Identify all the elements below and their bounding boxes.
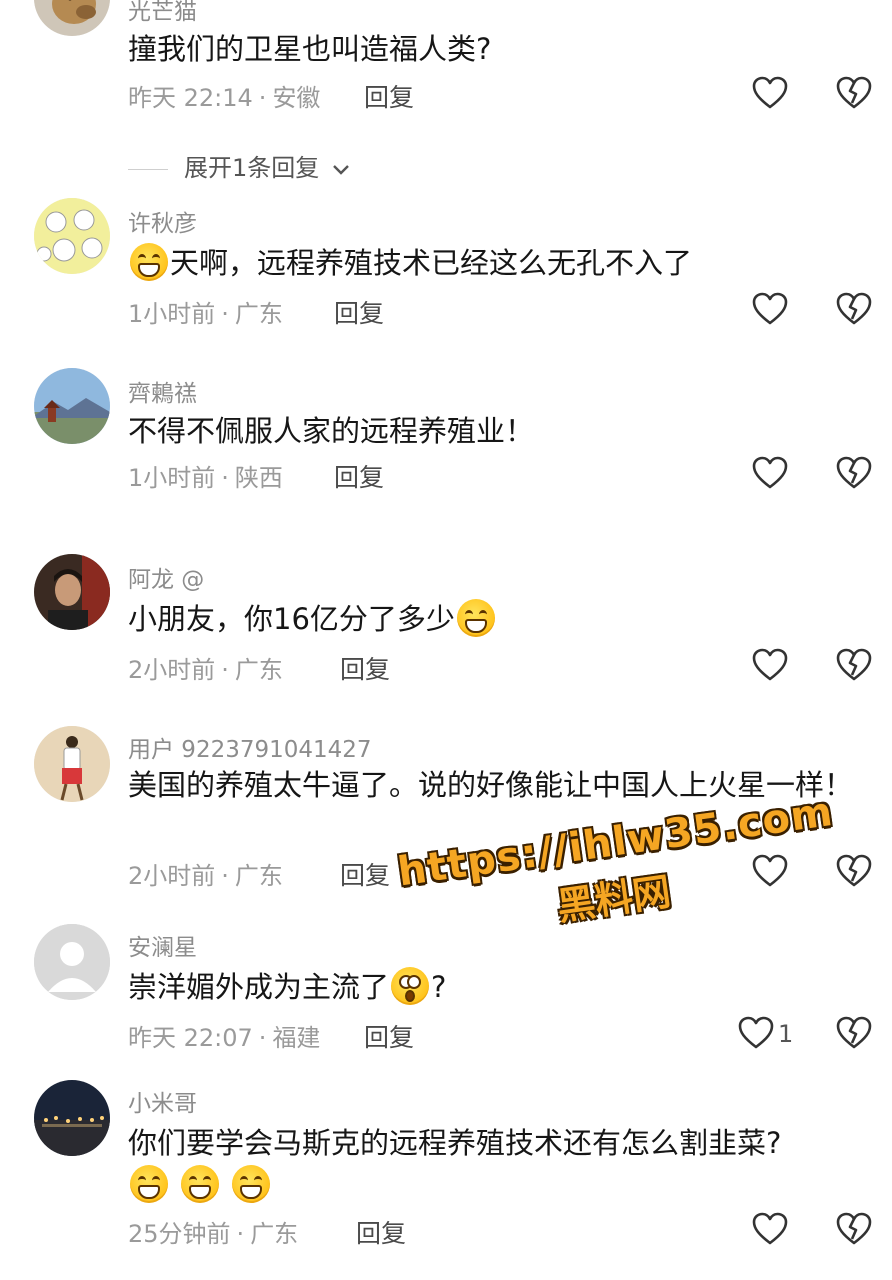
comment-meta: 昨天 22:14 · 安徽 xyxy=(128,84,321,112)
like-button[interactable] xyxy=(752,76,788,110)
reply-button[interactable]: 回复 xyxy=(334,458,384,494)
heart-icon xyxy=(752,76,788,109)
grinning-emoji-icon xyxy=(130,1165,168,1203)
username[interactable]: 小米哥 xyxy=(128,1084,197,1118)
broken-heart-icon xyxy=(836,456,872,489)
chevron-down-icon xyxy=(331,155,351,183)
heart-icon xyxy=(752,292,788,325)
comment-time: 1小时前 xyxy=(128,464,216,492)
comment-text: 你们要学会马斯克的远程养殖技术还有怎么割韭菜? xyxy=(128,1122,858,1206)
like-button[interactable] xyxy=(752,648,788,682)
cartoon-avatar-icon xyxy=(34,198,110,274)
comment-meta: 1小时前 · 广东 xyxy=(128,300,283,328)
comment-time: 1小时前 xyxy=(128,300,216,328)
broken-heart-icon xyxy=(836,292,872,325)
comment-text: 小朋友，你16亿分了多少 xyxy=(128,598,858,640)
comment-location: 广东 xyxy=(250,1220,299,1248)
comment-location: 广东 xyxy=(234,656,283,684)
dislike-button[interactable] xyxy=(836,292,872,326)
comment-location: 安徽 xyxy=(272,84,321,112)
dislike-button[interactable] xyxy=(836,648,872,682)
comment-meta: 1小时前 · 陕西 xyxy=(128,464,283,492)
reply-button[interactable]: 回复 xyxy=(334,294,384,330)
divider-line xyxy=(128,168,168,170)
avatar[interactable] xyxy=(34,368,110,444)
like-button[interactable] xyxy=(738,1016,774,1050)
dislike-button[interactable] xyxy=(836,1016,872,1050)
comment-text: 崇洋媚外成为主流了? xyxy=(128,966,858,1008)
figure-avatar-icon xyxy=(34,726,110,802)
surprised-emoji-icon xyxy=(391,967,430,1005)
default-user-icon xyxy=(34,924,110,1000)
username[interactable]: 许秋彦 xyxy=(128,204,197,238)
dislike-button[interactable] xyxy=(836,1212,872,1246)
avatar[interactable] xyxy=(34,554,110,630)
like-button[interactable] xyxy=(752,1212,788,1246)
watermark: https://ihlw35.com 黑料网 xyxy=(395,789,836,969)
username[interactable]: 用户 9223791041427 xyxy=(128,730,372,764)
reply-button[interactable]: 回复 xyxy=(356,1214,406,1250)
comment-location: 陕西 xyxy=(234,464,283,492)
comment-meta: 2小时前 · 广东 xyxy=(128,656,283,684)
comment-time: 2小时前 xyxy=(128,862,216,890)
comment-meta: 25分钟前 · 广东 xyxy=(128,1220,299,1248)
broken-heart-icon xyxy=(836,854,872,887)
dislike-button[interactable] xyxy=(836,76,872,110)
reply-button[interactable]: 回复 xyxy=(364,78,414,114)
broken-heart-icon xyxy=(836,76,872,109)
dislike-button[interactable] xyxy=(836,854,872,888)
avatar[interactable] xyxy=(34,924,110,1000)
heart-icon xyxy=(738,1016,774,1049)
heart-icon xyxy=(752,1212,788,1245)
comment-text: 不得不佩服人家的远程养殖业！ xyxy=(128,414,535,448)
avatar[interactable] xyxy=(34,1080,110,1156)
crying-laughing-emoji-icon xyxy=(130,243,168,281)
expand-replies-button[interactable]: 展开1条回复 xyxy=(128,148,351,183)
comment-location: 广东 xyxy=(234,862,283,890)
comment-time: 昨天 22:14 xyxy=(128,84,253,112)
reply-button[interactable]: 回复 xyxy=(364,1018,414,1054)
reply-button[interactable]: 回复 xyxy=(340,650,390,686)
like-button[interactable] xyxy=(752,292,788,326)
username[interactable]: 安澜星 xyxy=(128,928,197,962)
dog-avatar-icon xyxy=(34,0,110,36)
pagoda-avatar-icon xyxy=(34,368,110,444)
broken-heart-icon xyxy=(836,1016,872,1049)
like-button[interactable] xyxy=(752,456,788,490)
selfie-avatar-icon xyxy=(34,554,110,630)
comment-time: 昨天 22:07 xyxy=(128,1024,253,1052)
like-count: 1 xyxy=(778,1020,794,1048)
comment-text: 天啊，远程养殖技术已经这么无孔不入了 xyxy=(128,242,858,284)
comment-meta: 昨天 22:07 · 福建 xyxy=(128,1024,321,1052)
comment-time: 25分钟前 xyxy=(128,1220,231,1248)
broken-heart-icon xyxy=(836,1212,872,1245)
username[interactable]: 光芒猫 xyxy=(128,0,197,26)
reply-button[interactable]: 回复 xyxy=(340,856,390,892)
avatar[interactable] xyxy=(34,726,110,802)
comment-text: 撞我们的卫星也叫造福人类? xyxy=(128,32,492,66)
night-city-avatar-icon xyxy=(34,1080,110,1156)
grinning-emoji-icon xyxy=(181,1165,220,1203)
comment-location: 广东 xyxy=(234,300,283,328)
grinning-emoji-icon xyxy=(232,1165,271,1203)
grinning-sweat-emoji-icon xyxy=(456,599,495,637)
dislike-button[interactable] xyxy=(836,456,872,490)
username[interactable]: 阿龙 @ xyxy=(128,560,204,594)
username[interactable]: 齊鶫禚 xyxy=(128,374,197,408)
comment-time: 2小时前 xyxy=(128,656,216,684)
avatar[interactable] xyxy=(34,198,110,274)
comment-location: 福建 xyxy=(272,1024,321,1052)
expand-replies-label: 展开1条回复 xyxy=(184,154,320,182)
avatar[interactable] xyxy=(34,0,110,36)
broken-heart-icon xyxy=(836,648,872,681)
heart-icon xyxy=(752,648,788,681)
comment-meta: 2小时前 · 广东 xyxy=(128,862,283,890)
heart-icon xyxy=(752,456,788,489)
